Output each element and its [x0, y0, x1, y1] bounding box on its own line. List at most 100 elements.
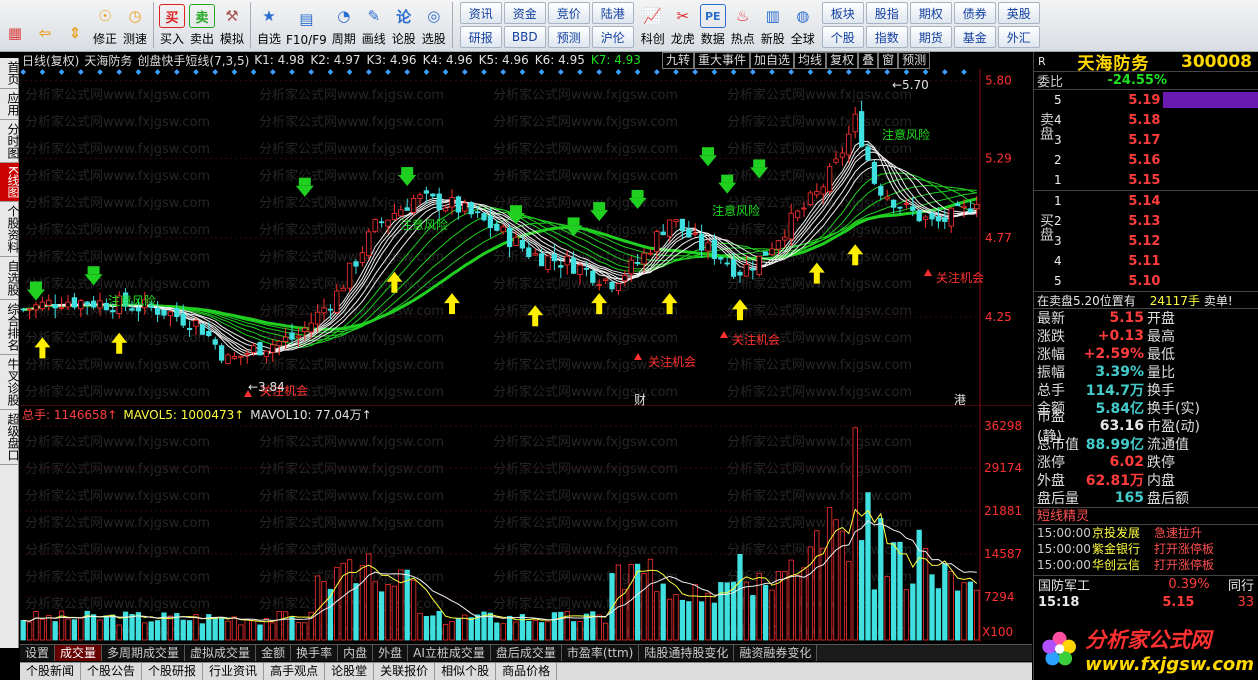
left-tab-7[interactable]: 牛叉诊股 [0, 355, 20, 410]
sell-level-row[interactable]: 5 5.19 [1034, 90, 1258, 110]
sell-level-row[interactable]: 2 5.16 [1034, 150, 1258, 170]
sell-level-row[interactable]: 1 5.15 [1034, 170, 1258, 190]
market-button-5[interactable]: 个股 [821, 26, 864, 48]
toolbar-button-12[interactable]: 论论股 [389, 0, 419, 50]
buy-level-row[interactable]: 3 5.12 [1034, 231, 1258, 251]
quick-button-1[interactable]: 资金 [503, 2, 546, 24]
left-tab-5[interactable]: 自选股 [0, 257, 20, 300]
toolbar-button-7[interactable]: ⚒ 模拟 [217, 0, 247, 50]
news-tab-4[interactable]: 高手观点 [264, 663, 326, 680]
market-button-9[interactable]: 外汇 [997, 26, 1040, 48]
chart-button-5[interactable]: 叠 [858, 52, 879, 69]
news-tab-2[interactable]: 个股研报 [142, 663, 204, 680]
indicator-tab-11[interactable]: 陆股通持股变化 [639, 645, 735, 661]
quick-button-7[interactable]: 沪伦 [591, 26, 634, 48]
toolbar-button-1[interactable]: ⇦ [30, 0, 60, 50]
toolbar-button-0[interactable]: ▦ [0, 0, 30, 50]
indicator-tab-5[interactable]: 换手率 [291, 645, 339, 661]
indicator-tab-3[interactable]: 虚拟成交量 [185, 645, 257, 661]
toolbar-button-10[interactable]: ◔ 周期 [329, 0, 359, 50]
alert-item[interactable]: 15:00:00 京投发展 急速拉升 [1034, 525, 1258, 541]
buy-level-row[interactable]: 1 5.14 [1034, 191, 1258, 211]
left-tab-3[interactable]: K线图 [0, 163, 20, 202]
left-tab-6[interactable]: 综合排名 [0, 300, 20, 355]
market-button-0[interactable]: 板块 [821, 2, 864, 24]
indicator-tab-2[interactable]: 多周期成交量 [102, 645, 186, 661]
buy-level-row[interactable]: 5 5.10 [1034, 271, 1258, 291]
left-tab-4[interactable]: 个股资料 [0, 202, 20, 257]
quick-button-6[interactable]: 预测 [547, 26, 590, 48]
chart-button-6[interactable]: 窗 [878, 52, 899, 69]
sell-level-row[interactable]: 3 5.17 [1034, 130, 1258, 150]
news-tab-0[interactable]: 个股新闻 [20, 663, 82, 680]
indicator-tab-6[interactable]: 内盘 [338, 645, 374, 661]
toolbar-button-3[interactable]: ☉ 修正 [90, 0, 120, 50]
market-button-4[interactable]: 英股 [997, 2, 1040, 24]
market-button-6[interactable]: 指数 [865, 26, 908, 48]
news-tab-8[interactable]: 商品价格 [496, 663, 558, 680]
toolbar-button-2[interactable]: ⇕ [60, 0, 90, 50]
indicator-tab-12[interactable]: 融资融券变化 [734, 645, 818, 661]
indicator-tab-9[interactable]: 盘后成交量 [490, 645, 562, 661]
kline-chart[interactable]: 分析家公式网www.fxjgsw.com 分析家公式网www.fxjgsw.com… [20, 69, 1032, 407]
alerts-title[interactable]: 短线精灵 [1034, 507, 1258, 525]
alert-item[interactable]: 15:00:00 紫金银行 打开涨停板 [1034, 541, 1258, 557]
news-tab-3[interactable]: 行业资讯 [203, 663, 265, 680]
toolbar-mid-button-0[interactable]: 📈 科创 [638, 0, 668, 50]
alert-item[interactable]: 15:00:00 华创云信 打开涨停板 [1034, 557, 1258, 573]
market-button-8[interactable]: 基金 [953, 26, 996, 48]
candle-body [967, 208, 974, 213]
market-button-2[interactable]: 期权 [909, 2, 952, 24]
news-tab-6[interactable]: 关联报价 [374, 663, 436, 680]
volume-bar [545, 621, 551, 641]
buy-level-row[interactable]: 4 5.11 [1034, 251, 1258, 271]
chart-button-0[interactable]: 九转 [662, 52, 695, 69]
market-button-1[interactable]: 股指 [865, 2, 908, 24]
market-button-7[interactable]: 期货 [909, 26, 952, 48]
chart-button-3[interactable]: 均线 [794, 52, 827, 69]
indicator-tab-10[interactable]: 市盈率(ttm) [561, 645, 640, 661]
toolbar-button-13[interactable]: ◎ 选股 [419, 0, 449, 50]
volume-pane[interactable]: 分析家公式网www.fxjgsw.com 分析家公式网www.fxjgsw.com… [20, 406, 1032, 666]
indicator-tab-7[interactable]: 外盘 [373, 645, 409, 661]
toolbar-mid-button-2[interactable]: PE 数据 [698, 0, 728, 50]
chart-button-2[interactable]: 加自选 [750, 52, 795, 69]
chart-period[interactable]: 日线(复权) [22, 52, 79, 69]
toolbar-mid-button-5[interactable]: ◍ 全球 [788, 0, 818, 50]
quick-button-0[interactable]: 资讯 [459, 2, 502, 24]
sell-level-row[interactable]: 4 5.18 [1034, 110, 1258, 130]
toolbar-button-4[interactable]: ◷ 测速 [120, 0, 150, 50]
buy-level-row[interactable]: 2 5.13 [1034, 211, 1258, 231]
news-tab-1[interactable]: 个股公告 [81, 663, 143, 680]
news-tab-7[interactable]: 相似个股 [435, 663, 497, 680]
quick-button-2[interactable]: 竞价 [547, 2, 590, 24]
indicator-tab-0[interactable]: 设置 [20, 645, 56, 661]
left-tab-8[interactable]: 超级盘口 [0, 410, 20, 465]
toolbar-mid-button-4[interactable]: ▥ 新股 [758, 0, 788, 50]
toolbar-button-6[interactable]: 卖卖出 [187, 0, 217, 50]
chart-button-7[interactable]: 预测 [898, 52, 931, 69]
volume-chart[interactable]: 分析家公式网www.fxjgsw.com 分析家公式网www.fxjgsw.com… [20, 406, 1032, 666]
chart-button-4[interactable]: 复权 [826, 52, 859, 69]
chart-button-1[interactable]: 重大事件 [694, 52, 751, 69]
quick-button-3[interactable]: 陆港 [591, 2, 634, 24]
indicator-tab-1[interactable]: 成交量 [55, 645, 103, 661]
left-tab-0[interactable]: 首页 [0, 58, 20, 89]
news-tab-5[interactable]: 论股堂 [325, 663, 375, 680]
quick-button-5[interactable]: BBD [503, 26, 546, 48]
toolbar-button-9[interactable]: ▤ F10/F9 [284, 0, 329, 50]
toolbar-button-8[interactable]: ★ 自选 [254, 0, 284, 50]
buy-signal-arrow-icon [532, 314, 539, 327]
market-button-3[interactable]: 债券 [953, 2, 996, 24]
indicator-tab-4[interactable]: 金额 [256, 645, 292, 661]
left-tab-1[interactable]: 应用 [0, 89, 20, 120]
quick-button-4[interactable]: 研报 [459, 26, 502, 48]
toolbar-button-11[interactable]: ✎ 画线 [359, 0, 389, 50]
left-tab-2[interactable]: 分时图 [0, 120, 20, 163]
toolbar-button-5[interactable]: 买买入 [157, 0, 187, 50]
toolbar-mid-button-1[interactable]: ✂ 龙虎 [668, 0, 698, 50]
indicator-tab-8[interactable]: AI立桩成交量 [408, 645, 491, 661]
sector-row[interactable]: 国防军工 0.39% 同行 [1034, 575, 1258, 594]
chart-indicator-name[interactable]: 创盘快手短线(7,3,5) [137, 52, 249, 69]
toolbar-mid-button-3[interactable]: ♨ 热点 [728, 0, 758, 50]
